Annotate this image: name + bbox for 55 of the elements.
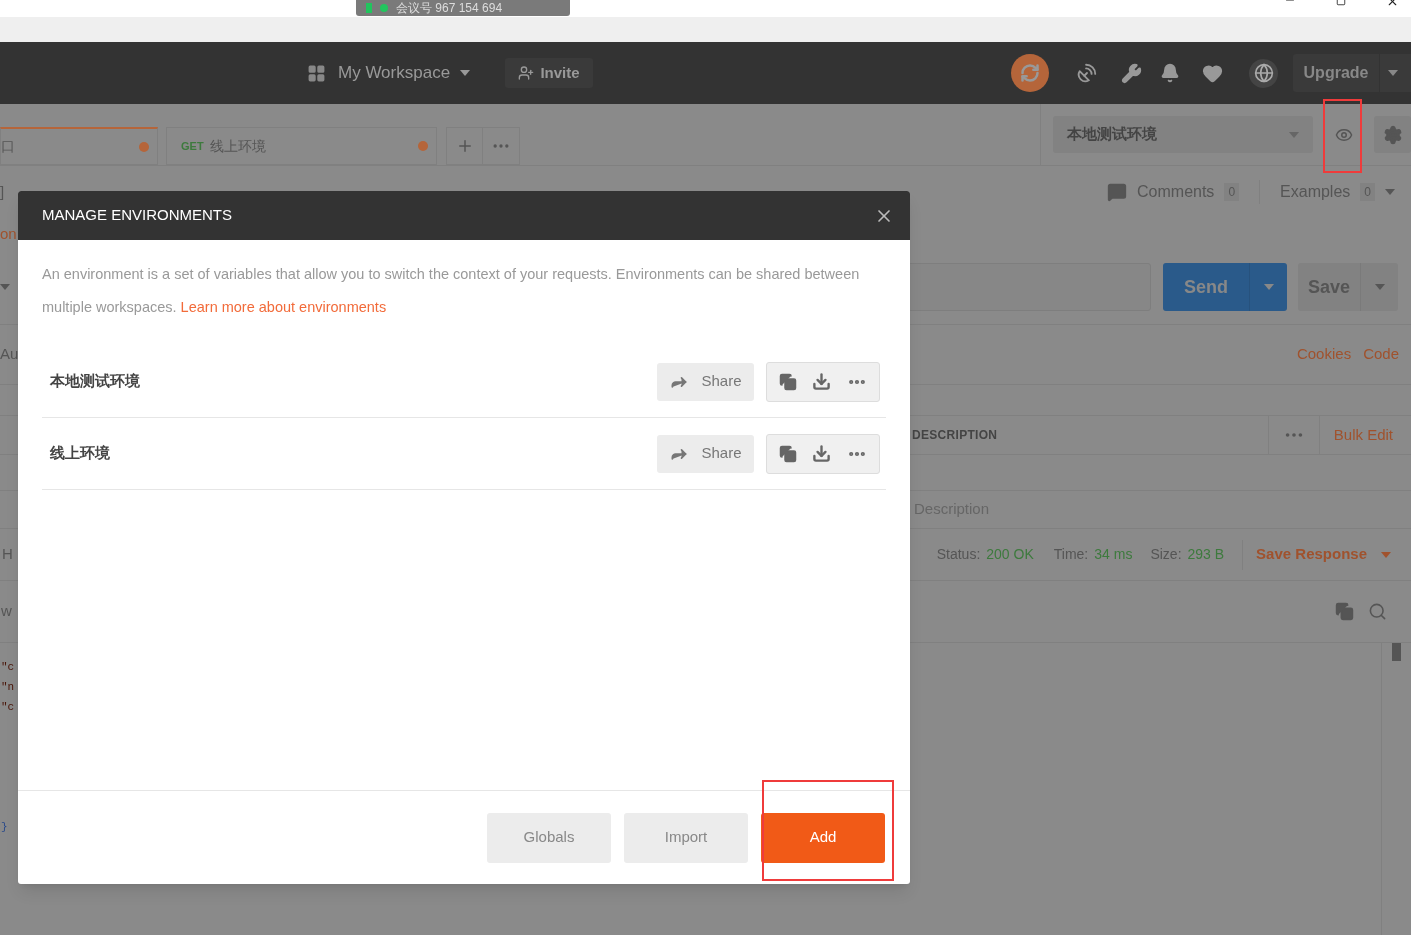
caret-icon	[1388, 70, 1398, 76]
time-value: 34 ms	[1094, 545, 1133, 564]
upgrade-button[interactable]: Upgrade	[1293, 54, 1411, 92]
caret-icon	[1289, 131, 1299, 138]
share-button[interactable]: Share	[657, 362, 754, 401]
wrench-icon[interactable]	[1121, 62, 1142, 84]
duplicate-icon[interactable]	[778, 444, 797, 463]
globe-icon	[1253, 63, 1274, 83]
code-line: "c	[1, 700, 15, 715]
environment-name[interactable]: 本地测试环境	[50, 370, 140, 393]
comment-icon	[1107, 182, 1127, 202]
bell-icon[interactable]	[1160, 63, 1180, 83]
method-label: GET	[181, 138, 204, 154]
caret-icon	[1263, 284, 1274, 290]
add-user-icon	[518, 65, 535, 81]
modal-title: MANAGE ENVIRONMENTS	[42, 205, 233, 226]
secondary-button[interactable]: Globals	[487, 812, 611, 863]
save-response-button[interactable]: Save Response	[1256, 543, 1391, 566]
size-value: 293 B	[1187, 545, 1225, 564]
cut-text: on	[0, 223, 17, 244]
workspace-dropdown[interactable]: My Workspace	[338, 60, 471, 86]
code-line: "n	[1, 680, 15, 695]
send-button[interactable]: Send	[1163, 263, 1287, 311]
share-button[interactable]: Share	[657, 434, 754, 473]
meeting-badge: 会议号 967 154 694	[356, 0, 570, 16]
avatar-icon[interactable]	[1249, 58, 1278, 88]
code-line: "c	[1, 660, 15, 675]
caret-icon	[460, 70, 471, 76]
settings-icon	[1382, 124, 1403, 145]
invite-button[interactable]: Invite	[505, 58, 593, 88]
caret-icon	[0, 284, 10, 290]
column-header: DESCRIPTION	[912, 427, 998, 444]
code-line: }	[1, 820, 9, 835]
download-icon[interactable]	[812, 372, 832, 391]
modal-description: An environment is a set of variables that allow you to switch the context of your requests. Environments can be shared between multiple workspaces. Learn more about environments	[41, 265, 861, 317]
add-button[interactable]: Add	[761, 812, 885, 863]
satellite-icon[interactable]	[1076, 62, 1098, 84]
environment-dropdown[interactable]: 本地测试环境	[1053, 116, 1313, 153]
learn-more-link[interactable]: Learn more about environments	[180, 299, 387, 315]
scrollbar-thumb[interactable]	[1392, 643, 1401, 661]
caret-icon	[1374, 284, 1385, 290]
cut-text: ]	[0, 181, 5, 202]
sync-icon[interactable]	[1011, 54, 1049, 92]
caret-icon	[1385, 189, 1395, 195]
caret-icon	[1381, 551, 1391, 558]
download-icon[interactable]	[812, 444, 832, 463]
refresh-icon	[1020, 63, 1040, 83]
bulk-edit-link[interactable]: Bulk Edit	[1333, 423, 1393, 447]
link[interactable]: Cookies	[1296, 343, 1352, 366]
duplicate-icon[interactable]	[778, 372, 797, 391]
environment-name[interactable]: 线上环境	[50, 442, 110, 465]
secondary-button[interactable]: Import	[624, 812, 748, 863]
link[interactable]: Code	[1363, 343, 1399, 366]
status-value: 200 OK	[986, 545, 1034, 564]
grid-icon	[307, 63, 326, 83]
